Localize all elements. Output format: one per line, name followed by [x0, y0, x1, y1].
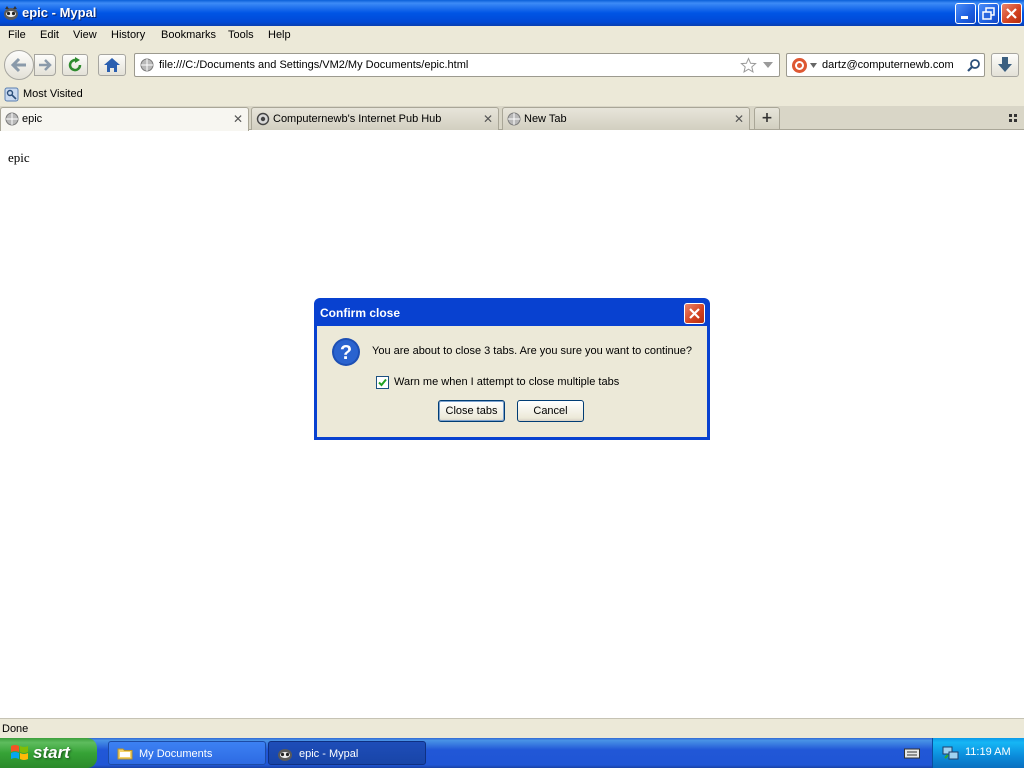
- menu-help[interactable]: Help: [268, 29, 291, 41]
- globe-icon: [140, 58, 154, 72]
- keyboard-icon[interactable]: [904, 747, 920, 759]
- status-text: Done: [2, 723, 29, 735]
- warn-multiple-tabs-checkbox[interactable]: [376, 376, 389, 389]
- start-button[interactable]: start: [0, 738, 97, 768]
- menu-tools[interactable]: Tools: [228, 29, 254, 41]
- close-tabs-button[interactable]: Close tabs: [438, 400, 505, 422]
- most-visited-icon: [4, 87, 19, 102]
- search-icon[interactable]: [966, 58, 981, 73]
- globe-icon: [507, 112, 521, 126]
- mypal-raccoon-icon: [278, 749, 292, 761]
- address-bar[interactable]: file:///C:/Documents and Settings/VM2/My…: [134, 53, 780, 77]
- plus-icon: +: [761, 110, 773, 126]
- back-button[interactable]: [4, 50, 34, 80]
- list-all-tabs-icon[interactable]: [1008, 113, 1018, 123]
- bookmark-star-icon[interactable]: [740, 57, 757, 74]
- menu-history[interactable]: History: [111, 29, 145, 41]
- forward-button[interactable]: [34, 54, 56, 76]
- warn-multiple-tabs-label[interactable]: Warn me when I attempt to close multiple…: [394, 376, 619, 388]
- address-text: file:///C:/Documents and Settings/VM2/My…: [159, 59, 469, 71]
- search-input[interactable]: dartz@computernewb.com: [822, 59, 954, 71]
- search-bar[interactable]: dartz@computernewb.com: [786, 53, 985, 77]
- dialog-message: You are about to close 3 tabs. Are you s…: [372, 345, 693, 357]
- system-tray: 11:19 AM: [932, 738, 1024, 768]
- task-label: epic - Mypal: [299, 748, 359, 760]
- dialog-close-button[interactable]: [684, 303, 705, 324]
- close-icon: [1006, 8, 1017, 19]
- confirm-close-dialog: Confirm close ? You are about to close 3…: [314, 298, 710, 440]
- menu-file[interactable]: File: [8, 29, 26, 41]
- window-close-button[interactable]: [1001, 3, 1022, 24]
- tab-label: epic: [22, 113, 43, 125]
- network-icon[interactable]: [942, 745, 959, 761]
- search-engine-dropdown-icon[interactable]: [810, 63, 817, 68]
- minimize-icon: [961, 16, 968, 19]
- task-my-documents[interactable]: My Documents: [108, 741, 266, 765]
- tab-label: Computernewb's Internet Pub Hub: [273, 113, 442, 125]
- download-arrow-icon: [998, 57, 1012, 72]
- window-title: epic - Mypal: [22, 5, 97, 20]
- globe-icon: [5, 112, 19, 126]
- checkmark-icon: [378, 378, 387, 387]
- most-visited-bookmark[interactable]: Most Visited: [23, 88, 83, 100]
- cancel-button[interactable]: Cancel: [517, 400, 584, 422]
- computernewb-gear-icon: [256, 112, 270, 126]
- dialog-title: Confirm close: [320, 306, 401, 320]
- navigation-toolbar: file:///C:/Documents and Settings/VM2/My…: [0, 46, 1024, 84]
- home-button[interactable]: [98, 54, 126, 76]
- tab-computernewb[interactable]: Computernewb's Internet Pub Hub ✕: [251, 107, 499, 130]
- tab-strip: epic ✕ Computernewb's Internet Pub Hub ✕…: [0, 106, 1024, 131]
- close-icon: [689, 308, 700, 319]
- status-bar: Done: [0, 718, 1024, 738]
- duckduckgo-icon[interactable]: [791, 57, 808, 74]
- menu-view[interactable]: View: [73, 29, 97, 41]
- page-body-text: epic: [8, 150, 30, 165]
- history-dropdown-icon[interactable]: [763, 62, 773, 70]
- menu-bookmarks[interactable]: Bookmarks: [161, 29, 216, 41]
- downloads-button[interactable]: [991, 53, 1019, 77]
- menu-bar: File Edit View History Bookmarks Tools H…: [0, 26, 1024, 46]
- taskbar: start My Documents epic - Mypal 11:19 AM: [0, 738, 1024, 768]
- reload-icon: [68, 57, 82, 72]
- window-title-bar[interactable]: epic - Mypal: [0, 0, 1024, 26]
- svg-text:?: ?: [340, 342, 352, 364]
- tab-close-icon[interactable]: ✕: [483, 112, 493, 126]
- folder-icon: [117, 748, 133, 760]
- home-icon: [104, 58, 120, 72]
- start-label: start: [33, 743, 70, 762]
- tab-label: New Tab: [524, 113, 567, 125]
- mypal-raccoon-icon: [4, 6, 18, 20]
- dialog-body: ? You are about to close 3 tabs. Are you…: [317, 326, 707, 437]
- minimize-button[interactable]: [955, 3, 976, 24]
- tab-close-icon[interactable]: ✕: [233, 112, 243, 126]
- question-icon: ?: [332, 338, 360, 366]
- reload-button[interactable]: [62, 54, 88, 76]
- tab-new-tab[interactable]: New Tab ✕: [502, 107, 750, 130]
- new-tab-button[interactable]: +: [754, 107, 780, 130]
- windows-logo-icon: [11, 745, 28, 760]
- restore-button[interactable]: [978, 3, 999, 24]
- bookmarks-toolbar: Most Visited: [0, 84, 1024, 106]
- forward-arrow-icon: [39, 59, 52, 71]
- task-label: My Documents: [139, 748, 213, 760]
- tab-close-icon[interactable]: ✕: [734, 112, 744, 126]
- back-arrow-icon: [10, 57, 26, 73]
- task-epic-mypal[interactable]: epic - Mypal: [268, 741, 426, 765]
- clock: 11:19 AM: [965, 746, 1011, 758]
- restore-icon: [982, 7, 995, 20]
- tab-epic[interactable]: epic ✕: [0, 107, 249, 131]
- menu-edit[interactable]: Edit: [40, 29, 59, 41]
